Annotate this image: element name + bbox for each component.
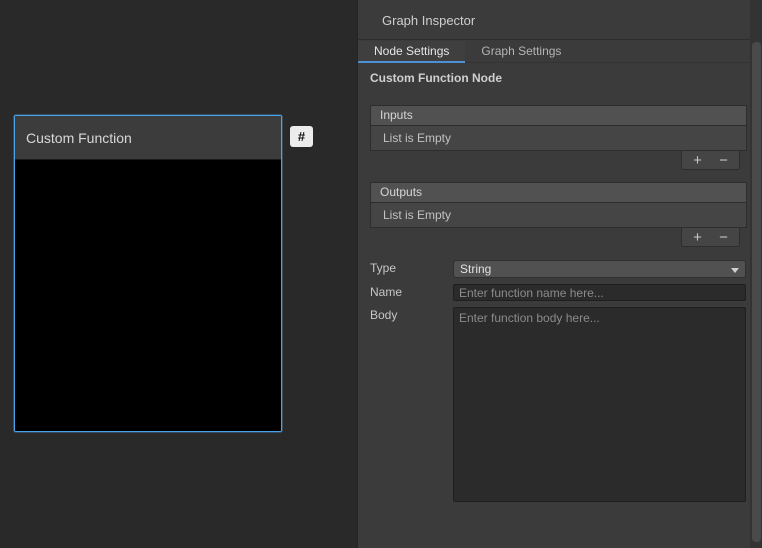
type-dropdown[interactable]: String bbox=[453, 260, 746, 278]
graph-canvas[interactable]: Custom Function # bbox=[0, 0, 357, 548]
scrollbar-thumb[interactable] bbox=[752, 42, 761, 542]
outputs-add-button[interactable]: + bbox=[685, 229, 711, 246]
panel-title: Graph Inspector bbox=[382, 13, 475, 28]
node-title: Custom Function bbox=[26, 130, 132, 146]
tab-node-settings[interactable]: Node Settings bbox=[358, 41, 465, 63]
outputs-list-header: Outputs bbox=[370, 182, 747, 202]
inputs-list-header: Inputs bbox=[370, 105, 747, 125]
inputs-list-footer: + − bbox=[681, 151, 740, 170]
node-settings-heading: Custom Function Node bbox=[370, 71, 502, 85]
inspector-scrollbar[interactable] bbox=[750, 0, 762, 548]
inputs-add-button[interactable]: + bbox=[685, 152, 711, 169]
inputs-remove-button[interactable]: − bbox=[711, 152, 737, 169]
inspector-tabbar: Node Settings Graph Settings bbox=[358, 41, 762, 63]
inputs-list-empty-row: List is Empty bbox=[370, 125, 747, 151]
type-dropdown-value: String bbox=[460, 262, 491, 276]
name-field-label: Name bbox=[370, 285, 402, 299]
function-name-input[interactable] bbox=[453, 284, 746, 301]
outputs-list-empty-row: List is Empty bbox=[370, 202, 747, 228]
graph-inspector-panel: Graph Inspector Node Settings Graph Sett… bbox=[357, 0, 762, 548]
body-field-label: Body bbox=[370, 308, 397, 322]
node-header[interactable]: Custom Function bbox=[15, 116, 281, 160]
chevron-down-icon bbox=[731, 268, 739, 273]
node-preview-area bbox=[15, 161, 281, 431]
function-body-textarea[interactable] bbox=[453, 307, 746, 502]
hash-badge[interactable]: # bbox=[290, 126, 313, 147]
custom-function-node[interactable]: Custom Function bbox=[14, 115, 282, 432]
outputs-list-footer: + − bbox=[681, 228, 740, 247]
outputs-remove-button[interactable]: − bbox=[711, 229, 737, 246]
tab-graph-settings[interactable]: Graph Settings bbox=[465, 41, 577, 63]
type-field-label: Type bbox=[370, 261, 396, 275]
screen: { "colors": { "accent_blue": "#4c8fd6", … bbox=[0, 0, 762, 548]
inspector-titlebar: Graph Inspector bbox=[358, 0, 762, 40]
